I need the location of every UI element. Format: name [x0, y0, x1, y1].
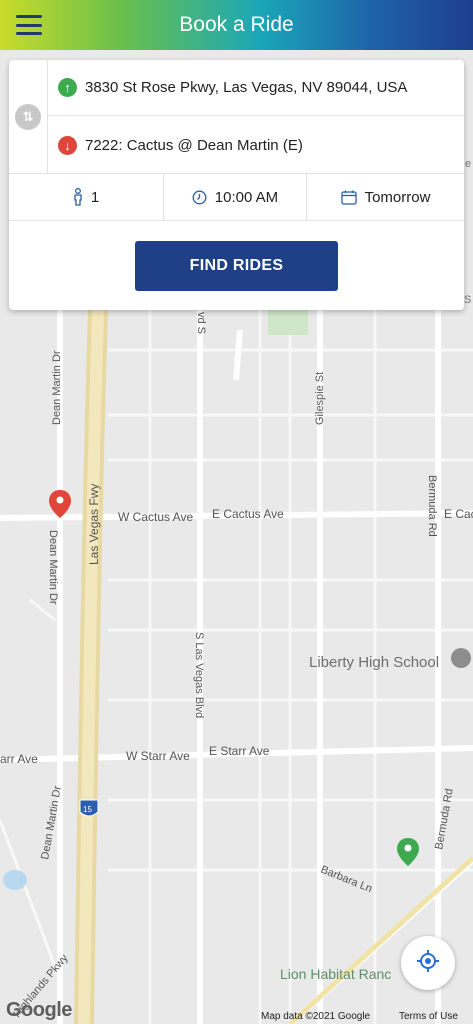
app-header: Book a Ride: [0, 0, 473, 50]
trip-options: 1 10:00 AM Tomorrow: [9, 173, 464, 221]
crosshair-icon: [416, 949, 440, 978]
find-rides-button[interactable]: FIND RIDES: [135, 241, 338, 291]
street-label: Dean Martin Dr: [51, 350, 63, 425]
page-title: Book a Ride: [179, 13, 294, 36]
street-label: Gilespie St: [314, 372, 326, 425]
time-selector[interactable]: 10:00 AM: [163, 174, 306, 220]
place-label: Liberty High School: [309, 654, 439, 671]
passenger-count-selector[interactable]: 1: [9, 174, 163, 220]
street-label: arr Ave: [0, 752, 38, 766]
destination-field[interactable]: ↓ 7222: Cactus @ Dean Martin (E): [48, 117, 464, 173]
swap-column: ⇅: [9, 60, 48, 173]
arrow-down-icon: ↓: [58, 135, 77, 155]
calendar-icon: [340, 190, 357, 205]
clock-icon: [192, 190, 207, 205]
street-label: 15: [83, 805, 92, 814]
swap-locations-icon[interactable]: ⇅: [15, 103, 41, 130]
street-label: W Cactus Ave: [118, 510, 193, 524]
date-selector[interactable]: Tomorrow: [306, 174, 464, 220]
map-data-attribution: Map data ©2021 Google: [261, 1011, 371, 1022]
pickup-date: Tomorrow: [364, 188, 431, 206]
terms-of-use-link[interactable]: Terms of Use: [399, 1011, 458, 1022]
street-label: Barbara Ln: [319, 864, 374, 896]
street-label: E Starr Ave: [209, 744, 270, 758]
arrow-up-icon: ↑: [58, 78, 77, 97]
place-label: Lion Habitat Ranc: [280, 966, 391, 982]
street-label: E Cactus Ave: [212, 507, 284, 521]
destination-address: 7222: Cactus @ Dean Martin (E): [85, 136, 303, 154]
street-label: Bermuda Rd: [426, 475, 438, 537]
street-label: S Las Vegas Blvd: [193, 632, 205, 718]
origin-address: 3830 St Rose Pkwy, Las Vegas, NV 89044, …: [85, 79, 408, 96]
street-label: E Cac: [444, 507, 473, 521]
origin-field[interactable]: ↑ 3830 St Rose Pkwy, Las Vegas, NV 89044…: [48, 60, 464, 116]
person-icon: [73, 188, 83, 206]
origin-marker: [397, 838, 419, 866]
ride-booking-card: ⇅ ↑ 3830 St Rose Pkwy, Las Vegas, NV 890…: [9, 60, 464, 310]
street-label: S: [464, 294, 471, 306]
menu-icon[interactable]: [14, 12, 44, 38]
street-label: W Starr Ave: [126, 749, 190, 763]
my-location-button[interactable]: [401, 936, 455, 990]
google-logo: Google: [6, 999, 72, 1021]
pickup-time: 10:00 AM: [214, 188, 279, 206]
street-label: vd S: [195, 312, 207, 334]
street-label: Las Vegas Fwy: [87, 484, 101, 565]
destination-marker: [49, 490, 71, 518]
street-label: Dean Martin Dr: [47, 530, 59, 605]
passenger-count: 1: [90, 188, 100, 206]
street-label: e: [465, 158, 471, 170]
